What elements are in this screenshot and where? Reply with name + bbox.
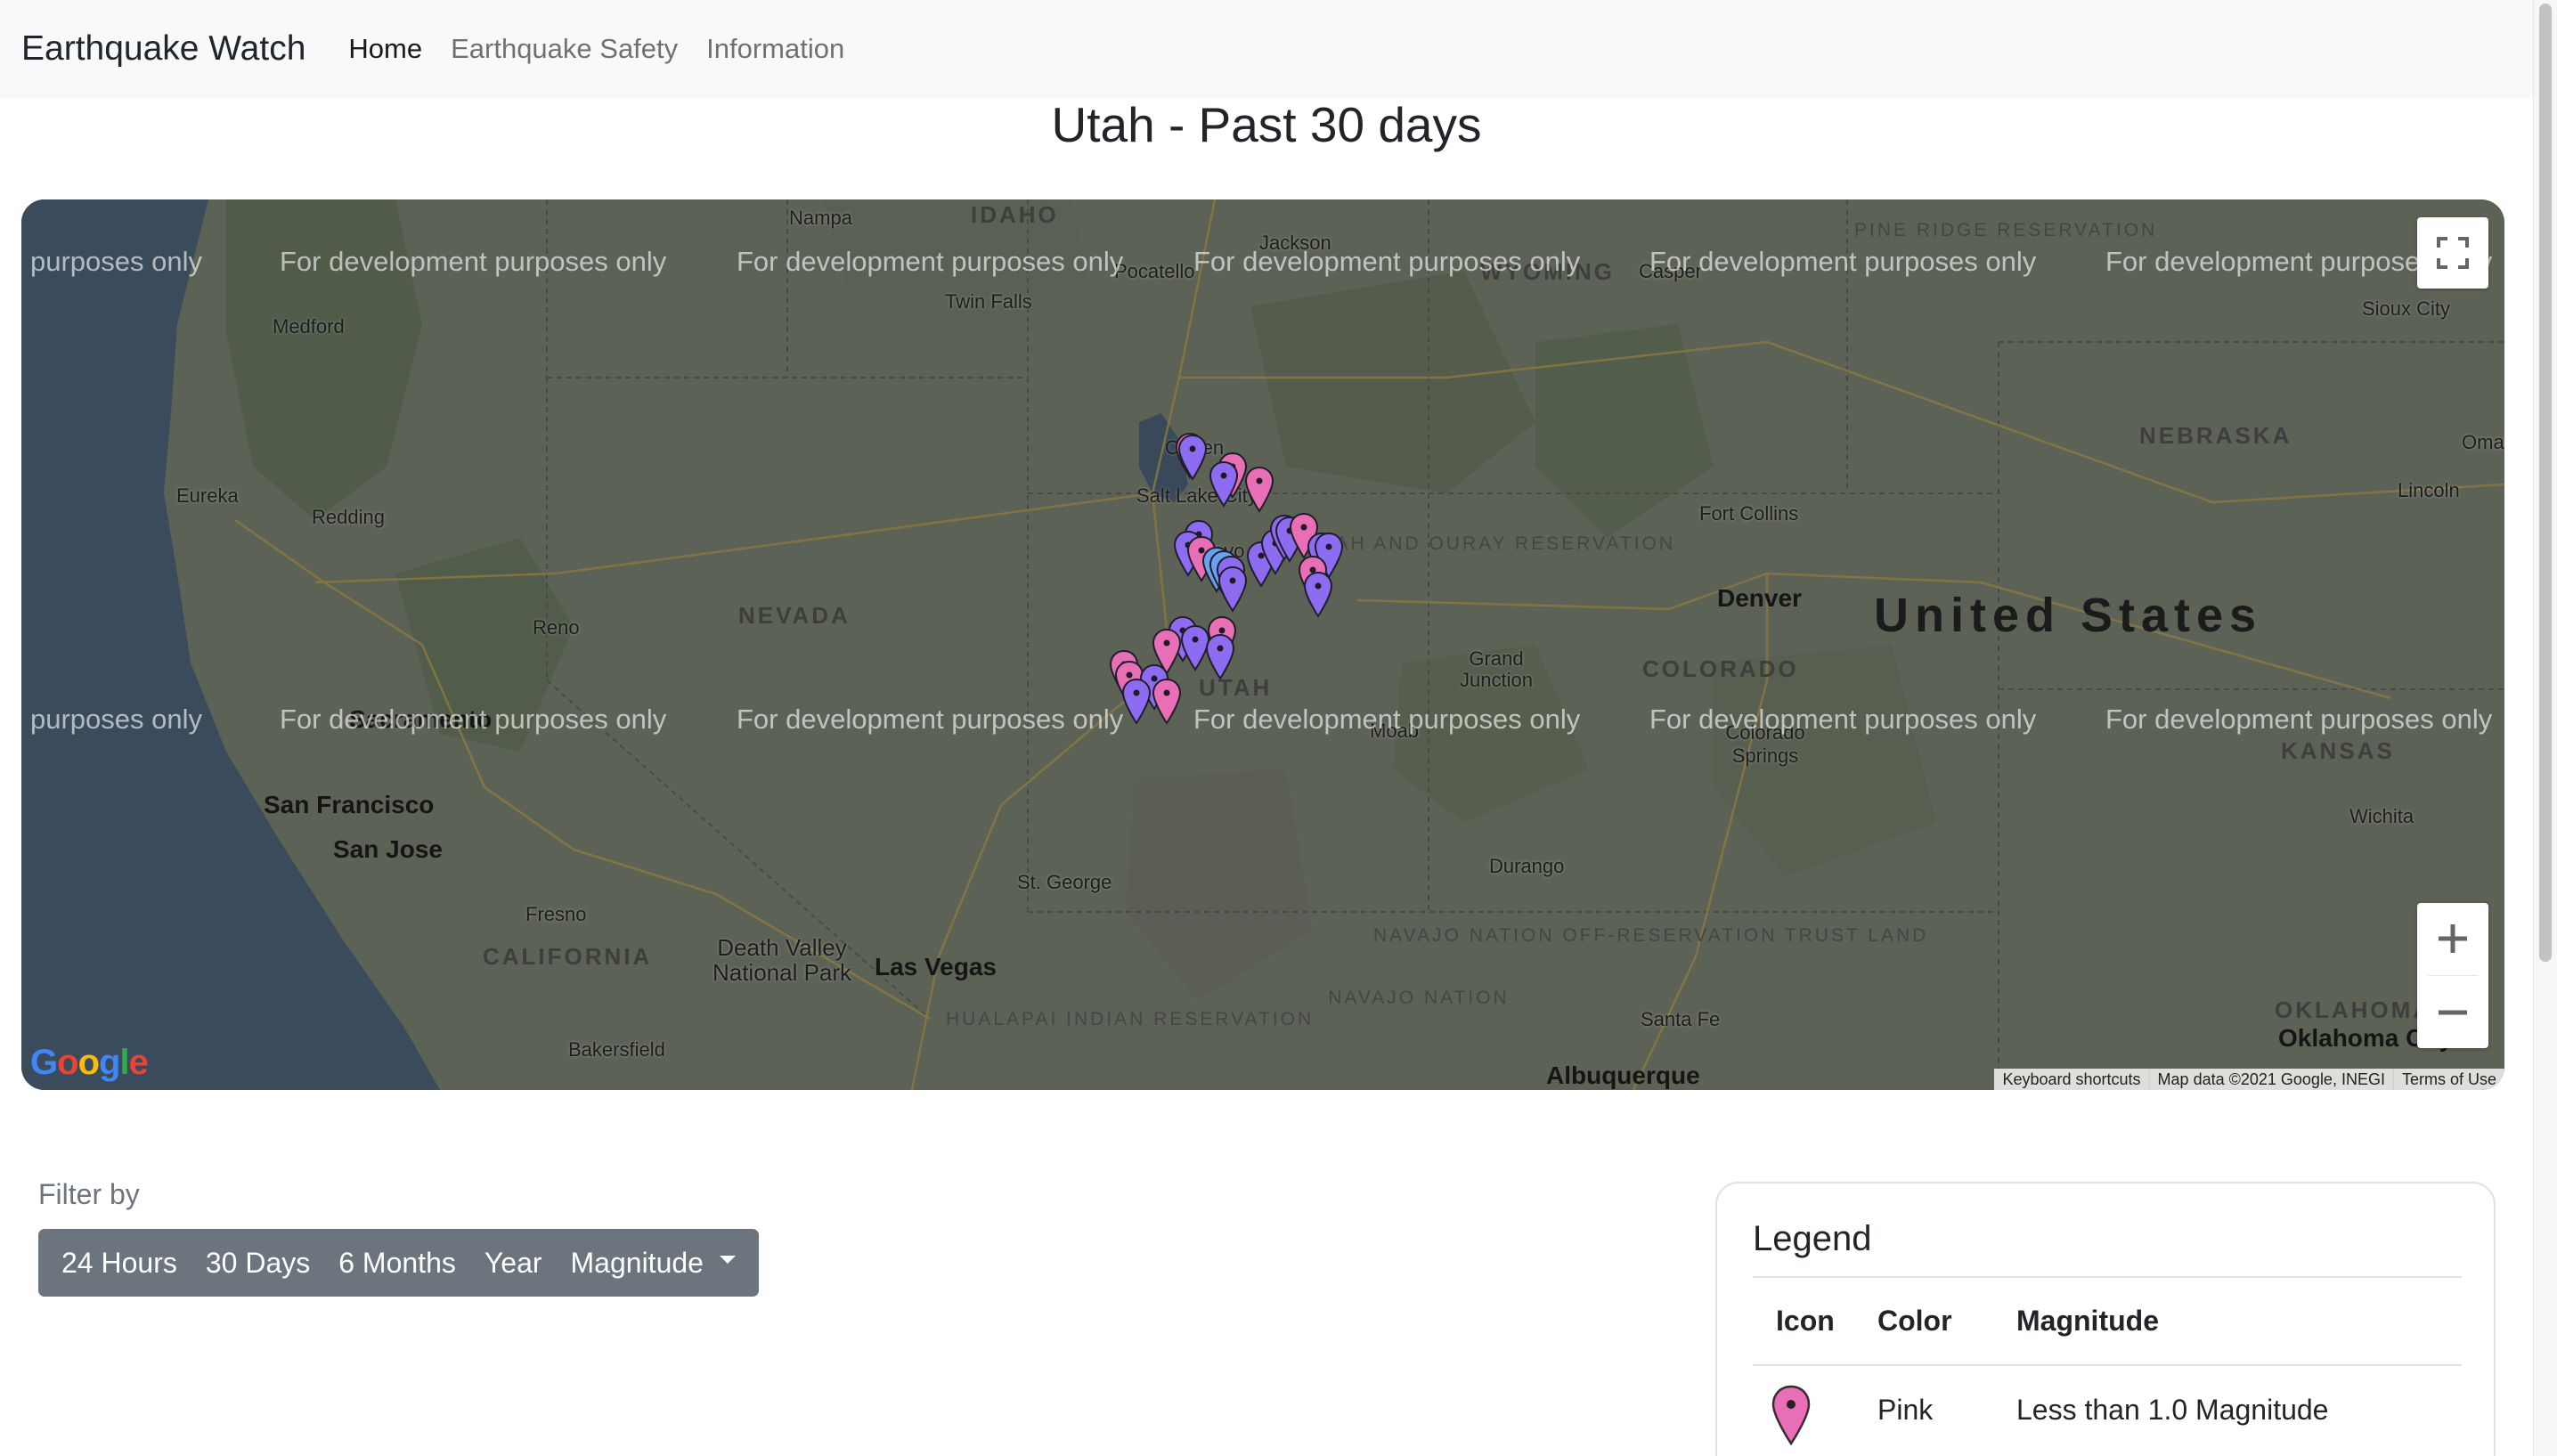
filter-24-hours-button[interactable]: 24 Hours [47,1229,191,1297]
chevron-down-icon [719,1255,736,1264]
scrollbar-thumb[interactable] [2539,4,2552,962]
filter-6-months-button[interactable]: 6 Months [324,1229,470,1297]
pink-marker-icon [1771,1385,1811,1445]
earthquake-marker[interactable] [1121,678,1152,725]
keyboard-shortcuts-link[interactable]: Keyboard shortcuts [1994,1069,2148,1090]
page-title: Utah - Past 30 days [1051,97,1482,152]
google-logo[interactable]: Google [30,1043,149,1083]
terms-of-use-link[interactable]: Terms of Use [2392,1069,2504,1090]
legend-header-color: Color [1877,1305,1952,1337]
earthquake-marker[interactable] [1152,678,1182,725]
filter-magnitude-dropdown[interactable]: Magnitude [557,1229,750,1297]
fullscreen-button[interactable] [2417,217,2488,289]
navbar: Earthquake Watch Home Earthquake Safety … [0,0,2533,98]
nav-link-home[interactable]: Home [348,33,422,65]
earthquake-marker[interactable] [1180,624,1210,671]
magnitude-dropdown-label: Magnitude [570,1246,704,1279]
zoom-out-button[interactable] [2417,977,2488,1048]
nav-link-earthquake-safety[interactable]: Earthquake Safety [451,33,678,65]
filter-year-button[interactable]: Year [470,1229,557,1297]
earthquake-markers [1109,432,1344,725]
zoom-control [2417,903,2488,1048]
earthquake-marker[interactable] [1244,466,1274,513]
earthquake-marker[interactable] [1209,460,1239,508]
legend-header-magnitude: Magnitude [2016,1305,2159,1337]
legend-card: Legend Icon Color Magnitude Pink Less th… [1715,1182,2496,1456]
legend-row-magnitude: Less than 1.0 Magnitude [2016,1394,2329,1426]
scrollbar[interactable] [2533,0,2557,1456]
earthquake-marker[interactable] [1217,565,1248,613]
earthquake-map[interactable]: IDAHO NEVADA WYOMING COLORADO NEBRASKA K… [21,199,2504,1090]
plus-icon [2439,924,2467,953]
legend-header-icon: Icon [1776,1305,1835,1337]
nav-link-information[interactable]: Information [706,33,844,65]
earthquake-marker[interactable] [1303,571,1333,618]
zoom-in-button[interactable] [2417,903,2488,974]
map-data-text: Map data ©2021 Google, INEGI [2148,1069,2393,1090]
filter-button-group: 24 Hours 30 Days 6 Months Year Magnitude [38,1229,759,1297]
filter-label: Filter by [38,1178,140,1210]
earthquake-marker[interactable] [1177,434,1208,481]
brand-logo[interactable]: Earthquake Watch [21,29,305,69]
earthquake-marker[interactable] [1205,633,1235,680]
filter-30-days-button[interactable]: 30 Days [191,1229,324,1297]
map-attribution: Keyboard shortcuts Map data ©2021 Google… [1994,1069,2504,1090]
fullscreen-icon [2437,237,2469,269]
minus-icon [2439,1010,2467,1015]
legend-title: Legend [1753,1219,1872,1258]
legend-row-color: Pink [1877,1394,1934,1426]
